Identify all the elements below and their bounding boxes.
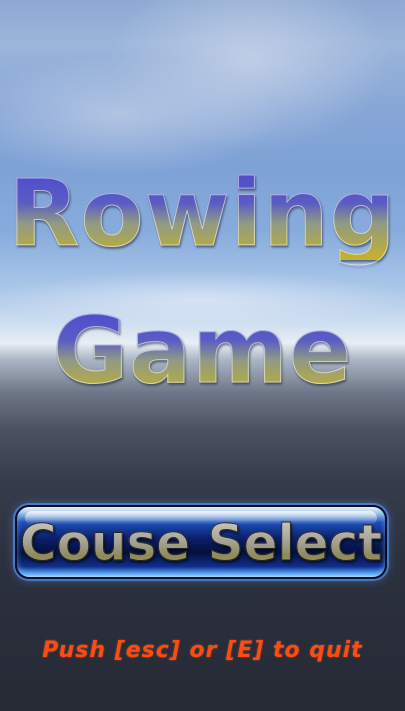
game-title-line2: Game [0,304,405,397]
course-select-label: Couse Select [17,511,385,575]
course-select-button[interactable]: Couse Select [15,505,387,579]
game-title-line1: Rowing [0,167,405,260]
quit-hint-text: Push [esc] or [E] to quit [42,638,363,663]
title-screen: Rowing Game Couse Select Push [esc] or [… [0,0,405,711]
